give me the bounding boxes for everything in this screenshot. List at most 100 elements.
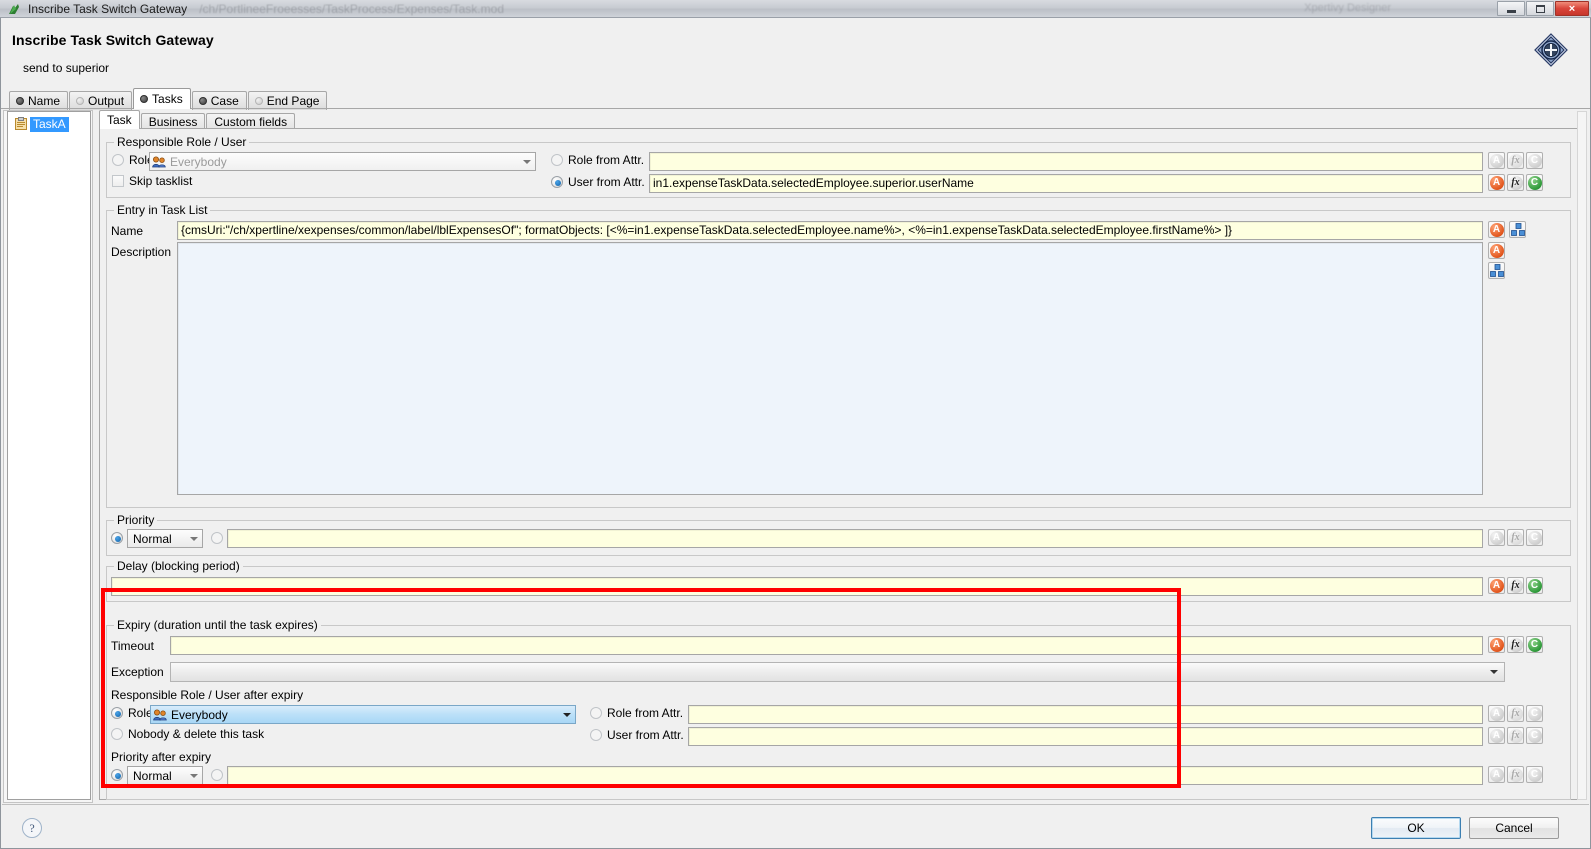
expiry-role-from-attr-attribute-button[interactable]: A — [1488, 705, 1505, 722]
role-from-attr-function-button[interactable]: fx — [1507, 152, 1524, 169]
status-dot-icon — [16, 97, 24, 105]
task-switch-gateway-icon — [1534, 33, 1568, 67]
entry-name-label: Name — [111, 224, 144, 238]
user-from-attr-radio[interactable] — [551, 176, 563, 188]
expiry-user-from-attr-attribute-button[interactable]: A — [1488, 727, 1505, 744]
attribute-icon: A — [1489, 728, 1504, 743]
priority-cms-button[interactable]: C — [1526, 529, 1543, 546]
role-from-attr-radio[interactable] — [551, 154, 563, 166]
task-detail-pane: Task Business Custom fields Responsible … — [97, 110, 1586, 800]
expiry-user-from-attr-cms-button[interactable]: C — [1526, 727, 1543, 744]
window-controls: × — [1497, 1, 1589, 16]
tab-task[interactable]: Task — [99, 110, 140, 129]
expiry-role-from-attr-label: Role from Attr. — [607, 706, 684, 720]
help-icon[interactable]: ? — [22, 818, 42, 838]
entry-description-cms-button[interactable] — [1488, 262, 1505, 279]
tab-tasks[interactable]: Tasks — [133, 88, 191, 109]
expiry-nobody-row[interactable]: Nobody & delete this task — [111, 727, 264, 741]
function-icon: fx — [1508, 706, 1523, 721]
priority-attribute-button[interactable]: A — [1488, 529, 1505, 546]
function-icon: fx — [1508, 578, 1523, 593]
delay-cms-button[interactable]: C — [1526, 577, 1543, 594]
priority-fixed-radio[interactable] — [111, 532, 123, 544]
minimize-button[interactable] — [1497, 1, 1525, 16]
function-icon: fx — [1508, 153, 1523, 168]
priority-function-button[interactable]: fx — [1507, 529, 1524, 546]
role-from-attr-cms-button[interactable]: C — [1526, 152, 1543, 169]
timeout-attribute-button[interactable]: A — [1488, 636, 1505, 653]
expiry-role-from-attr-function-button[interactable]: fx — [1507, 705, 1524, 722]
expiry-role-combo[interactable]: Everybody — [150, 705, 576, 724]
priority-attr-radio[interactable] — [211, 532, 223, 544]
expiry-priority-combo[interactable]: Normal — [127, 766, 203, 785]
chevron-down-icon — [190, 773, 198, 778]
attribute-icon: A — [1489, 153, 1504, 168]
status-dot-icon — [76, 97, 85, 105]
skip-tasklist-row[interactable]: Skip tasklist — [112, 174, 192, 188]
role-from-attr-attribute-button[interactable]: A — [1488, 152, 1505, 169]
entry-description-attribute-button[interactable]: A — [1488, 242, 1505, 259]
expiry-role-radio[interactable] — [111, 707, 123, 719]
expiry-priority-attribute-button[interactable]: A — [1488, 766, 1505, 783]
priority-attr-input[interactable] — [227, 529, 1483, 548]
chevron-down-icon — [563, 712, 571, 717]
expiry-role-from-attr-radio[interactable] — [590, 707, 602, 719]
expiry-nobody-radio[interactable] — [111, 728, 123, 740]
cancel-button[interactable]: Cancel — [1469, 817, 1559, 839]
attribute-icon: A — [1489, 222, 1504, 237]
expiry-user-from-attr-radio[interactable] — [590, 729, 602, 741]
expiry-priority-cms-button[interactable]: C — [1526, 766, 1543, 783]
expiry-user-from-attr-function-button[interactable]: fx — [1507, 727, 1524, 744]
expiry-priority-attr-radio[interactable] — [211, 769, 223, 781]
tree-item-taska[interactable]: TaskA — [15, 116, 90, 132]
user-from-attr-attribute-button[interactable]: A — [1488, 174, 1505, 191]
user-from-attr-input[interactable]: in1.expenseTaskData.selectedEmployee.sup… — [649, 174, 1483, 193]
entry-name-cms-button[interactable] — [1509, 221, 1526, 238]
delay-function-button[interactable]: fx — [1507, 577, 1524, 594]
expiry-role-from-attr-tools: A fx C — [1488, 705, 1543, 722]
users-group-icon — [153, 709, 167, 721]
expiry-priority-function-button[interactable]: fx — [1507, 766, 1524, 783]
skip-tasklist-checkbox[interactable] — [112, 175, 124, 187]
expiry-priority-fixed-radio[interactable] — [111, 769, 123, 781]
delay-attribute-button[interactable]: A — [1488, 577, 1505, 594]
vertical-scrollbar[interactable] — [1577, 111, 1587, 800]
role-from-attr-row: Role from Attr. — [551, 153, 644, 167]
delay-input[interactable] — [111, 577, 1483, 596]
maximize-button[interactable] — [1526, 1, 1554, 16]
expiry-priority-attr-input[interactable] — [227, 766, 1483, 785]
timeout-cms-button[interactable]: C — [1526, 636, 1543, 653]
role-radio[interactable] — [112, 154, 124, 166]
role-from-attr-input[interactable] — [649, 152, 1483, 171]
cms-icon: C — [1527, 530, 1542, 545]
status-dot-icon — [140, 95, 149, 103]
task-tree[interactable]: TaskA — [7, 111, 91, 800]
role-combo[interactable]: Everybody — [149, 152, 536, 171]
close-button[interactable]: × — [1555, 1, 1589, 16]
tab-case-label: Case — [210, 94, 239, 108]
tree-item-label: TaskA — [30, 117, 69, 132]
user-from-attr-function-button[interactable]: fx — [1507, 174, 1524, 191]
cms-icon: C — [1527, 637, 1542, 652]
entry-description-label: Description — [111, 245, 172, 259]
cms-icon: C — [1527, 153, 1542, 168]
expiry-user-from-attr-row: User from Attr. — [590, 728, 684, 742]
ok-button[interactable]: OK — [1371, 817, 1461, 839]
timeout-input[interactable] — [170, 636, 1483, 655]
delay-title: Delay (blocking period) — [114, 559, 243, 573]
inscribe-dialog: Inscribe Task Switch Gateway send to sup… — [0, 18, 1591, 849]
window-ghost-app: Xpertivy Designer — [1304, 2, 1391, 14]
timeout-function-button[interactable]: fx — [1507, 636, 1524, 653]
exception-combo[interactable] — [170, 662, 1505, 682]
attribute-icon: A — [1489, 578, 1504, 593]
expiry-role-from-attr-input[interactable] — [688, 705, 1483, 724]
priority-combo[interactable]: Normal — [127, 529, 203, 548]
entry-name-input[interactable]: {cmsUri:"/ch/xpertline/xexpenses/common/… — [177, 221, 1483, 240]
expiry-role-from-attr-cms-button[interactable]: C — [1526, 705, 1543, 722]
expiry-user-from-attr-input[interactable] — [688, 727, 1483, 746]
timeout-label: Timeout — [111, 639, 154, 653]
entry-name-attribute-button[interactable]: A — [1488, 221, 1505, 238]
user-from-attr-cms-button[interactable]: C — [1526, 174, 1543, 191]
window-ghost-path: /ch/PortlineeFroeesses/TaskProcess/Expen… — [199, 1, 504, 16]
entry-description-input[interactable] — [177, 242, 1483, 495]
